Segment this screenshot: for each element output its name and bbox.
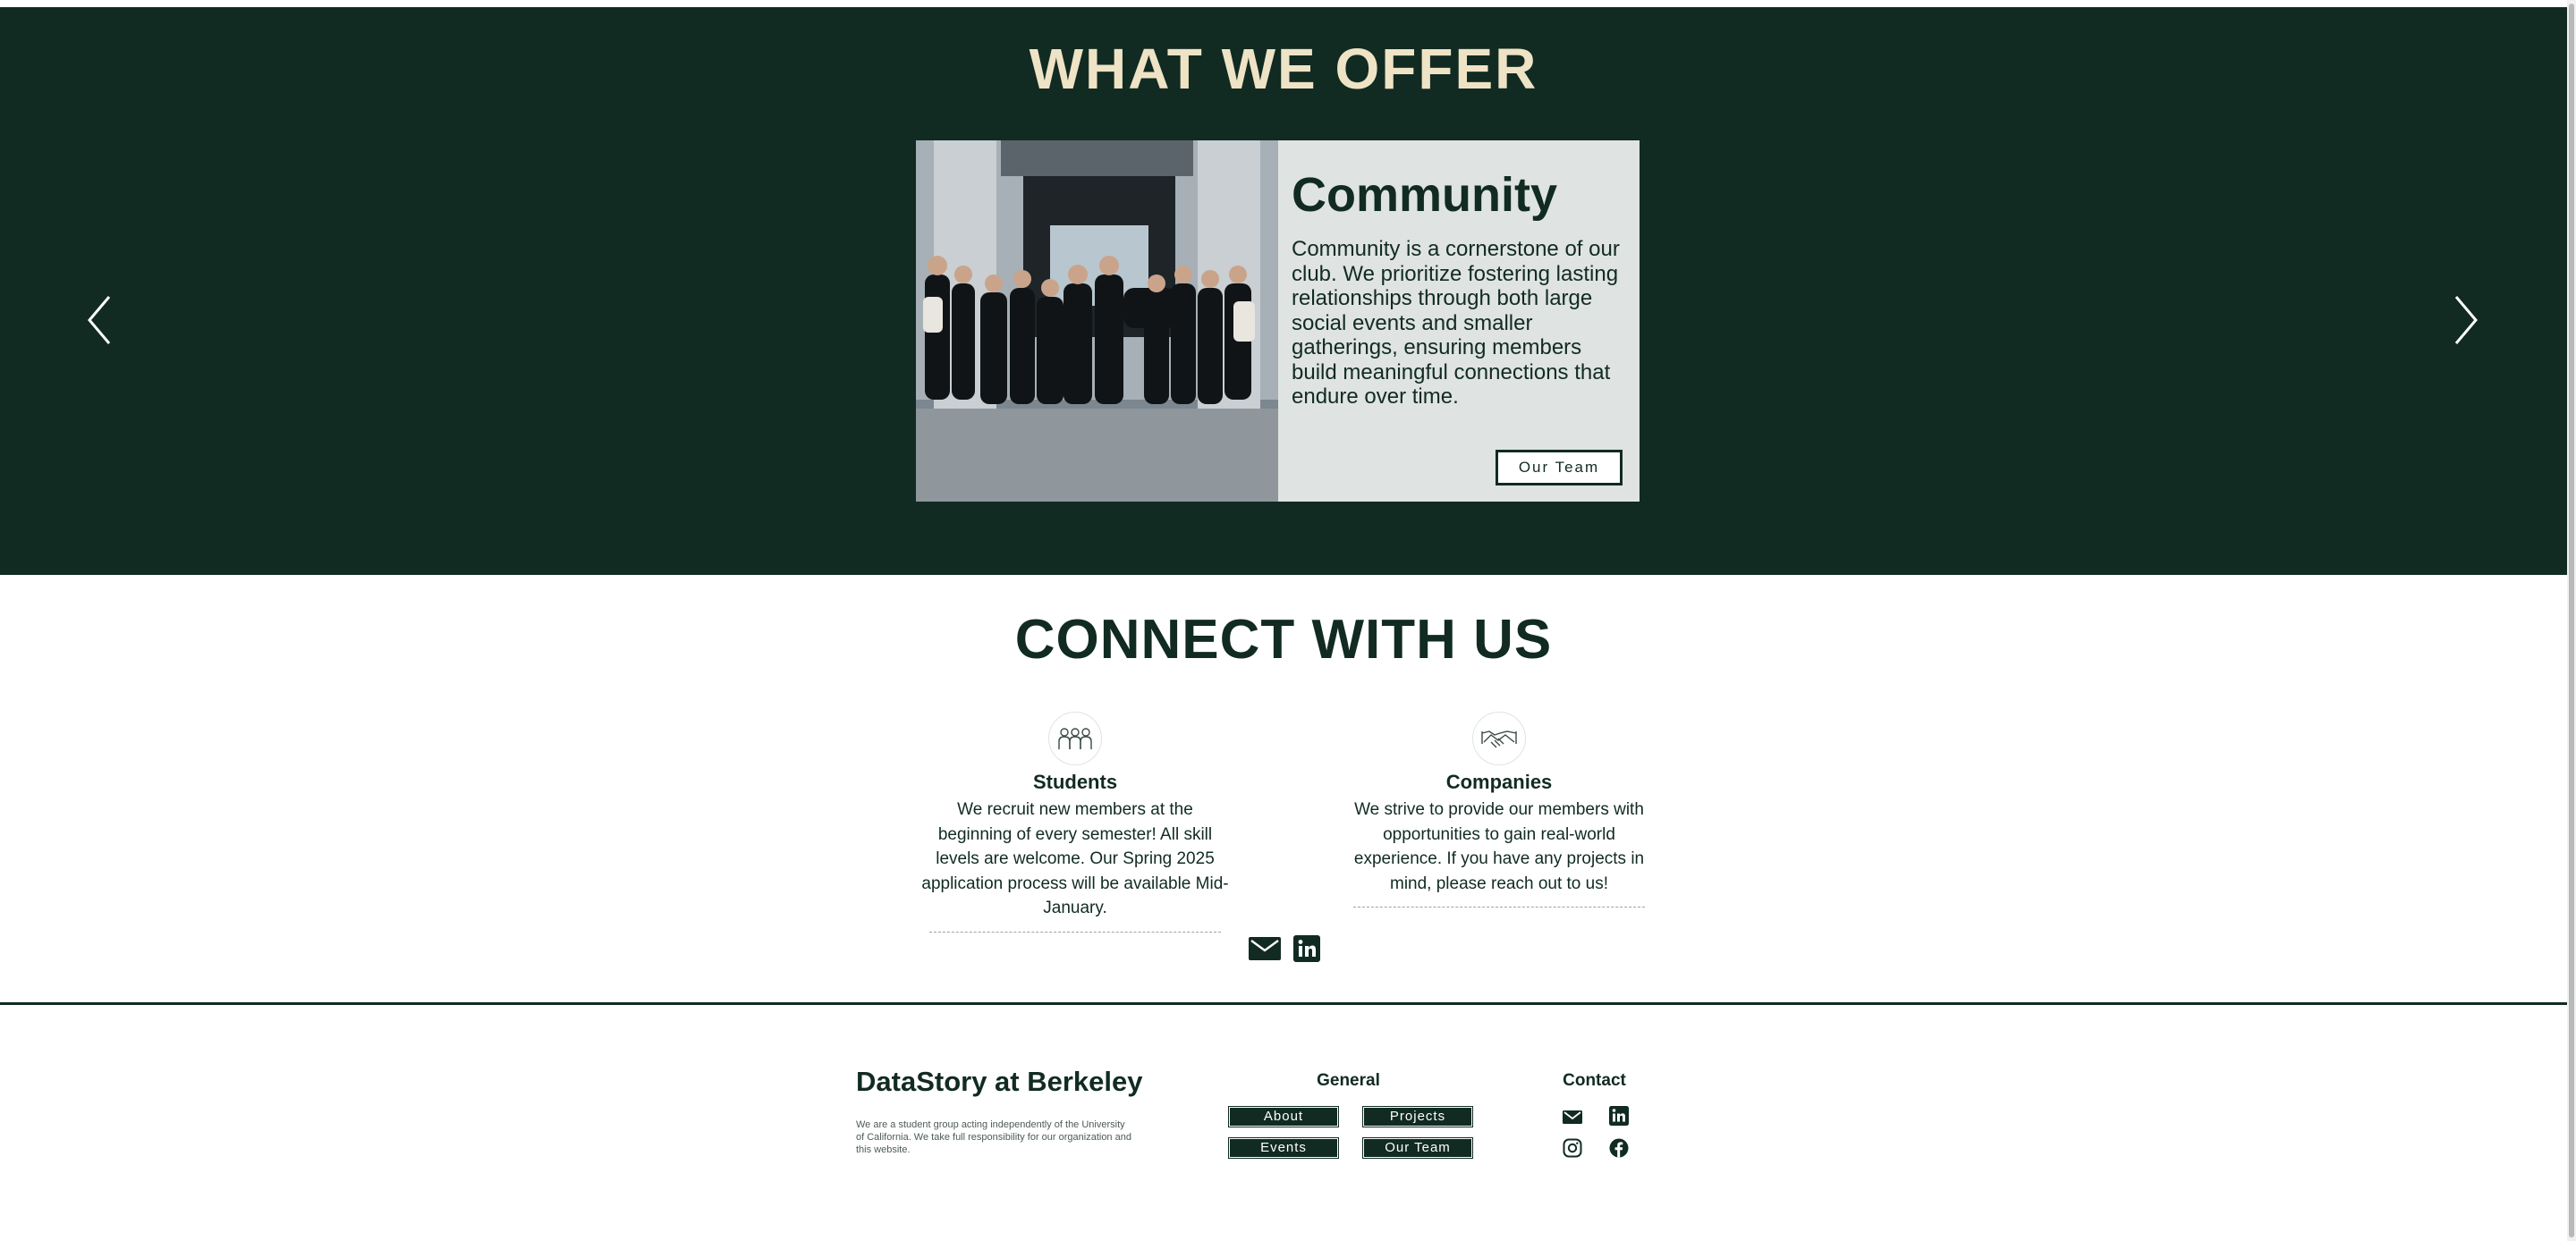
slide-body-text: Community is a cornerstone of our club. … bbox=[1292, 237, 1620, 409]
companies-title: Companies bbox=[1445, 771, 1553, 793]
facebook-icon[interactable] bbox=[1608, 1137, 1630, 1159]
our-team-button[interactable]: Our Team bbox=[1496, 450, 1623, 485]
connect-social-links bbox=[1249, 935, 1320, 967]
divider bbox=[1353, 907, 1645, 908]
chevron-left-icon bbox=[88, 296, 111, 344]
students-column: Students We recruit new members at the b… bbox=[919, 712, 1232, 933]
handshake-icon bbox=[1472, 712, 1526, 765]
footer-contact-title: Contact bbox=[1563, 1071, 1626, 1090]
mail-icon[interactable] bbox=[1249, 937, 1281, 965]
instagram-icon[interactable] bbox=[1562, 1137, 1583, 1159]
connect-title: CONNECT WITH US bbox=[1014, 609, 1553, 671]
footer-events-button[interactable]: Events bbox=[1228, 1137, 1339, 1159]
footer-our-team-button[interactable]: Our Team bbox=[1362, 1137, 1473, 1159]
companies-text: We strive to provide our members with op… bbox=[1353, 800, 1645, 893]
top-edge bbox=[0, 0, 2576, 7]
companies-column: Companies We strive to provide our membe… bbox=[1343, 712, 1656, 908]
slide-card: Community Community is a cornerstone of … bbox=[916, 140, 1640, 502]
slideshow-prev-button[interactable] bbox=[82, 291, 118, 349]
offer-section: WHAT WE OFFER Community Community is a c… bbox=[0, 7, 2567, 575]
footer-divider bbox=[0, 1002, 2567, 1005]
mail-icon[interactable] bbox=[1562, 1106, 1583, 1127]
offer-title: WHAT WE OFFER bbox=[1029, 37, 1538, 101]
slide-heading: Community bbox=[1292, 168, 1557, 222]
students-title: Students bbox=[1032, 771, 1118, 793]
footer-projects-button[interactable]: Projects bbox=[1362, 1106, 1473, 1127]
footer-disclaimer: We are a student group acting independen… bbox=[856, 1119, 1131, 1155]
divider bbox=[929, 931, 1221, 933]
linkedin-icon[interactable] bbox=[1293, 935, 1320, 967]
footer-general-title: General bbox=[1317, 1071, 1380, 1090]
page-scrollbar[interactable] bbox=[2567, 0, 2576, 1241]
linkedin-icon[interactable] bbox=[1608, 1105, 1630, 1127]
people-icon bbox=[1048, 712, 1102, 765]
footer-about-button[interactable]: About bbox=[1228, 1106, 1339, 1127]
students-text: We recruit new members at the beginning … bbox=[921, 800, 1229, 917]
community-group-photo bbox=[916, 140, 1278, 502]
footer-brand: DataStory at Berkeley bbox=[856, 1066, 1143, 1097]
chevron-right-icon bbox=[2454, 296, 2478, 344]
scrollbar-thumb[interactable] bbox=[2569, 4, 2574, 1237]
slideshow-next-button[interactable] bbox=[2447, 291, 2483, 349]
